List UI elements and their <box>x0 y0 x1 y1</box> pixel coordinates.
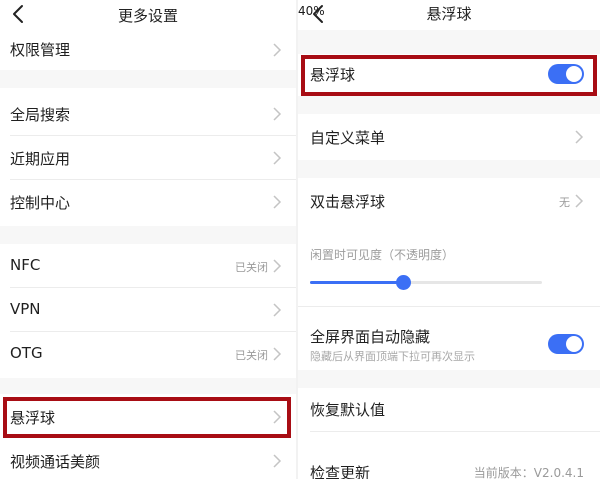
settings-item-label: OTG <box>10 344 43 362</box>
highlight-frame <box>301 55 597 96</box>
custom-menu-label: 自定义菜单 <box>310 129 386 147</box>
double-tap-label: 双击悬浮球 <box>310 193 386 211</box>
chevron-right-icon <box>273 195 282 209</box>
settings-item-label: 视频通话美颜 <box>10 453 101 471</box>
chevron-right-icon <box>575 130 584 144</box>
chevron-right-icon <box>273 454 282 468</box>
settings-item-permissions[interactable]: 权限管理 <box>0 34 296 64</box>
more-settings-panel: 更多设置 权限管理 全局搜索 近期应用 控制中心 NFC 已关闭 VPN OTG… <box>0 0 296 479</box>
section-gap <box>0 70 296 88</box>
settings-item-otg[interactable]: OTG 已关闭 <box>0 332 296 374</box>
settings-item-vpn[interactable]: VPN <box>0 288 296 330</box>
custom-menu-row[interactable]: 自定义菜单 <box>298 116 600 158</box>
page-title: 更多设置 <box>117 7 178 25</box>
opacity-slider-fill <box>310 281 403 284</box>
page-title: 悬浮球 <box>426 5 472 23</box>
settings-item-label: 控制中心 <box>10 194 71 212</box>
divider <box>310 431 600 432</box>
restore-defaults-row[interactable]: 恢复默认值 <box>298 388 600 430</box>
auto-hide-toggle[interactable] <box>548 334 584 354</box>
more-settings-header: 更多设置 <box>0 0 296 30</box>
section-gap <box>0 378 296 394</box>
settings-item-control-center[interactable]: 控制中心 <box>0 180 296 222</box>
check-update-row[interactable]: 检查更新 当前版本：V2.0.4.1 <box>298 452 600 479</box>
settings-item-nfc[interactable]: NFC 已关闭 <box>0 244 296 286</box>
check-update-label: 检查更新 <box>310 464 371 479</box>
chevron-right-icon <box>273 43 282 57</box>
opacity-slider-thumb[interactable] <box>396 275 411 290</box>
section-gap <box>298 96 600 114</box>
settings-item-video-call-beauty[interactable]: 视频通话美颜 <box>0 440 296 479</box>
settings-item-label: 近期应用 <box>10 150 71 168</box>
otg-status: 已关闭 <box>235 349 268 362</box>
chevron-right-icon <box>273 347 282 361</box>
chevron-right-icon <box>575 194 584 208</box>
auto-hide-label: 全屏界面自动隐藏 <box>310 328 431 346</box>
floating-ball-panel: 悬浮球 悬浮球 自定义菜单 双击悬浮球 无 闲置时可见度（不透明度） 40% 全… <box>298 0 600 479</box>
settings-item-label: 全局搜索 <box>10 106 71 124</box>
opacity-section <box>298 224 600 306</box>
section-gap <box>298 370 600 388</box>
settings-item-label: 权限管理 <box>10 41 71 59</box>
opacity-slider[interactable] <box>310 275 542 290</box>
chevron-right-icon <box>273 107 282 121</box>
settings-item-label: VPN <box>10 300 41 318</box>
settings-item-global-search[interactable]: 全局搜索 <box>0 92 296 134</box>
floating-ball-header: 悬浮球 <box>298 0 600 30</box>
nfc-status: 已关闭 <box>235 261 268 274</box>
current-version: 当前版本：V2.0.4.1 <box>473 466 584 479</box>
opacity-label: 闲置时可见度（不透明度） <box>310 248 455 262</box>
toggle-knob <box>566 336 582 352</box>
chevron-right-icon <box>273 151 282 165</box>
auto-hide-description: 隐藏后从界面顶端下拉可再次显示 <box>310 350 475 363</box>
divider <box>298 306 600 307</box>
section-gap <box>298 30 600 54</box>
settings-item-label: NFC <box>10 256 41 274</box>
section-gap <box>0 226 296 244</box>
auto-hide-row[interactable]: 全屏界面自动隐藏 隐藏后从界面顶端下拉可再次显示 <box>298 316 600 366</box>
section-gap <box>298 160 600 178</box>
double-tap-value: 无 <box>559 196 570 209</box>
chevron-right-icon <box>273 259 282 273</box>
double-tap-row[interactable]: 双击悬浮球 无 <box>298 180 600 222</box>
chevron-right-icon <box>273 303 282 317</box>
settings-item-recent-apps[interactable]: 近期应用 <box>0 136 296 178</box>
highlight-frame <box>3 397 291 438</box>
restore-defaults-label: 恢复默认值 <box>310 401 386 419</box>
